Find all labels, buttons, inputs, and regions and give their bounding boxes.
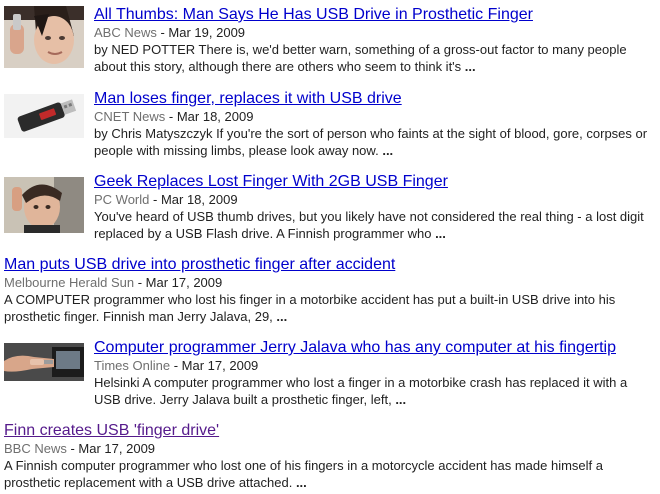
result-title-link[interactable]: All Thumbs: Man Says He Has USB Drive in… (94, 6, 654, 24)
result-source: Times Online (94, 358, 171, 373)
result-thumbnail-image[interactable] (4, 6, 84, 68)
snippet-text: A COMPUTER programmer who lost his finge… (4, 292, 616, 324)
result-date: Mar 19, 2009 (168, 25, 246, 40)
result-title-link[interactable]: Man puts USB drive into prosthetic finge… (4, 256, 644, 274)
result-meta: Melbourne Herald Sun - Mar 17, 2009 (4, 275, 644, 291)
result-date: Mar 18, 2009 (176, 109, 254, 124)
snippet-ellipsis: ... (276, 309, 288, 324)
result-snippet: You've heard of USB thumb drives, but yo… (94, 208, 654, 242)
result-snippet: by Chris Matyszczyk If you're the sort o… (94, 125, 654, 159)
result-thumbnail-image[interactable] (4, 94, 84, 138)
result-snippet: Helsinki A computer programmer who lost … (94, 374, 654, 408)
result-snippet: A COMPUTER programmer who lost his finge… (4, 291, 644, 325)
result-source: BBC News (4, 441, 67, 456)
result-source: ABC News (94, 25, 157, 40)
snippet-ellipsis: ... (382, 143, 394, 158)
date-separator: - (165, 109, 177, 124)
snippet-ellipsis: ... (395, 392, 407, 407)
result-meta: PC World - Mar 18, 2009 (94, 192, 654, 208)
result-source: CNET News (94, 109, 166, 124)
result-title-link[interactable]: Finn creates USB 'finger drive' (4, 422, 644, 440)
result-meta: ABC News - Mar 19, 2009 (94, 25, 654, 41)
result-meta: Times Online - Mar 17, 2009 (94, 358, 654, 374)
result-date: Mar 17, 2009 (78, 441, 156, 456)
result-title-link[interactable]: Computer programmer Jerry Jalava who has… (94, 339, 654, 357)
snippet-text: You've heard of USB thumb drives, but yo… (94, 209, 644, 241)
snippet-text: by Chris Matyszczyk If you're the sort o… (94, 126, 648, 158)
snippet-text: by NED POTTER There is, we'd better warn… (94, 42, 627, 74)
result-thumbnail-image[interactable] (4, 177, 84, 233)
snippet-ellipsis: ... (295, 475, 307, 490)
snippet-text: Helsinki A computer programmer who lost … (94, 375, 628, 407)
result-source: Melbourne Herald Sun (4, 275, 135, 290)
result-date: Mar 17, 2009 (145, 275, 223, 290)
result-title-link[interactable]: Man loses finger, replaces it with USB d… (94, 90, 654, 108)
result-title-link[interactable]: Geek Replaces Lost Finger With 2GB USB F… (94, 173, 654, 191)
result-date: Mar 17, 2009 (181, 358, 259, 373)
snippet-ellipsis: ... (435, 226, 446, 241)
result-meta: BBC News - Mar 17, 2009 (4, 441, 644, 457)
snippet-ellipsis: ... (464, 59, 476, 74)
result-meta: CNET News - Mar 18, 2009 (94, 109, 654, 125)
date-separator: - (170, 358, 182, 373)
result-thumbnail-image[interactable] (4, 343, 84, 381)
result-snippet: by NED POTTER There is, we'd better warn… (94, 41, 654, 75)
result-snippet: A Finnish computer programmer who lost o… (4, 457, 644, 491)
date-separator: - (156, 25, 169, 40)
result-source: PC World (94, 192, 150, 207)
date-separator: - (66, 441, 79, 456)
date-separator: - (149, 192, 161, 207)
result-date: Mar 18, 2009 (160, 192, 238, 207)
date-separator: - (134, 275, 146, 290)
